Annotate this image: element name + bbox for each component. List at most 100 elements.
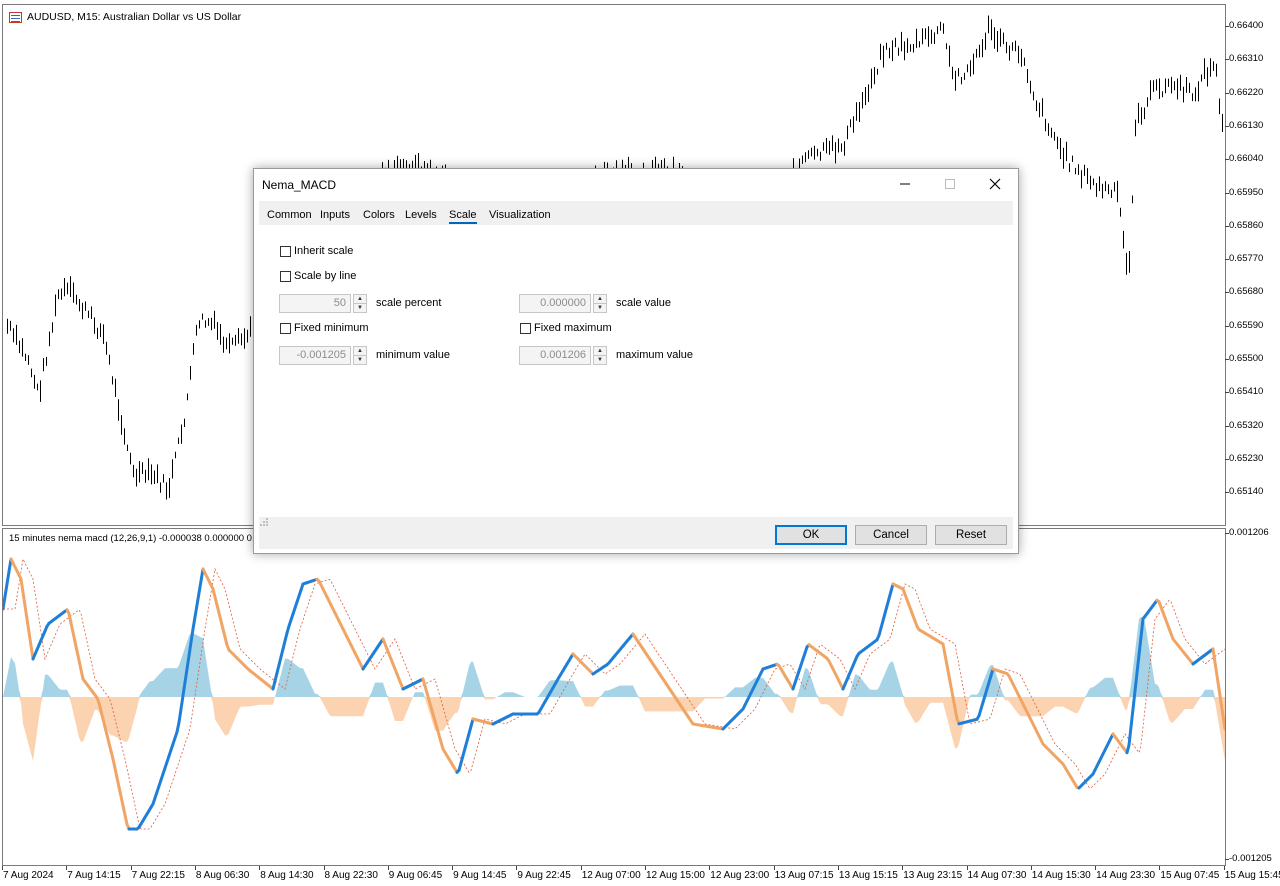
fixed-minimum-row[interactable]: Fixed minimum [280, 322, 369, 334]
macd-line-segment [1135, 653, 1141, 675]
fixed-maximum-checkbox[interactable] [520, 322, 531, 334]
time-axis-label: 8 Aug 14:30 [260, 870, 314, 881]
tab-bar: Common Inputs Colors Levels Scale Visual… [259, 201, 1013, 225]
minimum-value-input[interactable]: -0.001205 [279, 346, 351, 365]
time-axis-label: 13 Aug 23:15 [903, 870, 963, 881]
macd-line-segment [177, 707, 183, 724]
dialog-footer: OK Cancel Reset [259, 517, 1013, 549]
chart-window-icon [9, 11, 22, 23]
chart-title: AUDUSD, M15: Australian Dollar vs US Dol… [9, 11, 241, 23]
macd-line-segment [951, 695, 957, 710]
spin-down-icon[interactable]: ▼ [353, 304, 367, 313]
spin-down-icon[interactable]: ▼ [353, 356, 367, 365]
scale-by-line-checkbox[interactable] [280, 270, 291, 282]
time-axis-label: 8 Aug 06:30 [195, 870, 250, 881]
price-axis-label: 0.65320 [1229, 419, 1264, 431]
macd-line-segment [27, 630, 33, 648]
maximize-icon [944, 179, 955, 189]
price-axis-label: 0.65770 [1229, 253, 1264, 265]
macd-line-segment [187, 640, 193, 658]
dialog-title: Nema_MACD [262, 178, 337, 192]
macd-line-segment [1215, 674, 1221, 691]
tab-scale[interactable]: Scale [449, 209, 477, 224]
scale-by-line-row[interactable]: Scale by line [280, 270, 356, 282]
spin-up-icon[interactable]: ▲ [593, 294, 607, 304]
tab-colors[interactable]: Colors [363, 209, 395, 221]
time-axis-label: 15 Aug 07:45 [1160, 870, 1220, 881]
macd-line-segment [1133, 671, 1139, 693]
macd-line-segment [197, 579, 203, 595]
tab-common[interactable]: Common [267, 209, 312, 221]
macd-axis: 0.001206 -0.001205 [1225, 527, 1280, 866]
symbol-title: AUDUSD, M15: Australian Dollar vs US Dol… [27, 11, 242, 23]
scale-percent-input[interactable]: 50 [279, 294, 351, 313]
scale-value-label: scale value [616, 297, 672, 309]
macd-line-segment [193, 603, 199, 619]
reset-button[interactable]: Reset [935, 525, 1007, 545]
fixed-maximum-label: Fixed maximum [534, 322, 612, 334]
price-axis-label: 0.65410 [1229, 386, 1264, 398]
macd-axis-min: -0.001205 [1229, 853, 1272, 864]
indicator-pane[interactable]: 15 minutes nema macd (12,26,9,1) -0.0000… [2, 528, 1226, 866]
time-axis-label: 14 Aug 15:30 [1031, 870, 1091, 881]
macd-line-segment [943, 653, 949, 667]
spin-down-icon[interactable]: ▼ [593, 356, 607, 365]
macd-line-segment [1131, 689, 1137, 711]
macd-line-segment [195, 591, 201, 607]
price-axis-label: 0.66220 [1229, 86, 1264, 98]
tab-levels[interactable]: Levels [405, 209, 437, 221]
price-axis-label: 0.65230 [1229, 452, 1264, 464]
minimum-value-label: minimum value [376, 349, 450, 361]
fixed-minimum-label: Fixed minimum [294, 322, 369, 334]
fixed-maximum-row[interactable]: Fixed maximum [520, 322, 612, 334]
spin-up-icon[interactable]: ▲ [593, 346, 607, 356]
time-axis-label: 12 Aug 07:00 [581, 870, 641, 881]
price-axis-label: 0.65950 [1229, 186, 1264, 198]
fixed-minimum-checkbox[interactable] [280, 322, 291, 334]
close-button[interactable] [972, 169, 1017, 199]
time-axis-label: 9 Aug 14:45 [453, 870, 507, 881]
scale-percent-spinner: 50 ▲ ▼ [279, 294, 367, 313]
scale-value-input[interactable]: 0.000000 [519, 294, 591, 313]
maximize-button[interactable] [927, 169, 972, 199]
price-axis-label: 0.66310 [1229, 53, 1264, 65]
macd-line-segment [19, 577, 25, 594]
maximum-value-input[interactable]: 0.001206 [519, 346, 591, 365]
resize-grip-icon[interactable] [259, 517, 269, 527]
tab-inputs[interactable]: Inputs [320, 209, 350, 221]
time-axis-label: 12 Aug 15:00 [646, 870, 705, 881]
spin-up-icon[interactable]: ▲ [353, 346, 367, 356]
spin-down-icon[interactable]: ▼ [593, 304, 607, 313]
macd-line-segment [945, 663, 951, 678]
spin-up-icon[interactable]: ▲ [353, 294, 367, 304]
time-axis: 7 Aug 2024 7 Aug 14:15 7 Aug 22:15 8 Aug 06… [0, 866, 1280, 886]
histogram-negative [3, 697, 1225, 761]
price-axis-label: 0.66040 [1229, 153, 1264, 165]
macd-plot [3, 557, 1225, 831]
price-axis-label: 0.66400 [1229, 20, 1264, 31]
minimize-button[interactable] [882, 169, 927, 199]
macd-line-segment [181, 680, 187, 698]
ok-button[interactable]: OK [775, 525, 847, 545]
dialog-titlebar[interactable]: Nema_MACD [254, 169, 1018, 199]
minimum-value-spinner: -0.001205 ▲ ▼ [279, 346, 367, 365]
cancel-button[interactable]: Cancel [855, 525, 927, 545]
scale-value-spinner: 0.000000 ▲ ▼ [519, 294, 607, 313]
tab-visualization[interactable]: Visualization [489, 209, 551, 221]
inherit-scale-row[interactable]: Inherit scale [280, 245, 353, 257]
time-axis-label: 9 Aug 06:45 [388, 870, 443, 881]
macd-line-segment [25, 617, 31, 634]
macd-line-segment [1219, 700, 1225, 718]
indicator-properties-dialog: Nema_MACD Common Inputs Colors Levels Sc… [253, 168, 1019, 554]
macd-line-segment [1213, 660, 1219, 678]
maximum-value-label: maximum value [616, 349, 694, 361]
inherit-scale-checkbox[interactable] [280, 245, 291, 257]
macd-line-segment [1211, 647, 1217, 664]
time-axis-label: 8 Aug 22:30 [324, 870, 378, 881]
minimize-icon [899, 183, 910, 185]
time-axis-label: 12 Aug 23:00 [710, 870, 770, 881]
macd-line-segment [23, 604, 29, 621]
macd-line-segment [191, 615, 197, 631]
macd-line-segment [183, 667, 189, 684]
macd-line-segment [941, 642, 947, 657]
